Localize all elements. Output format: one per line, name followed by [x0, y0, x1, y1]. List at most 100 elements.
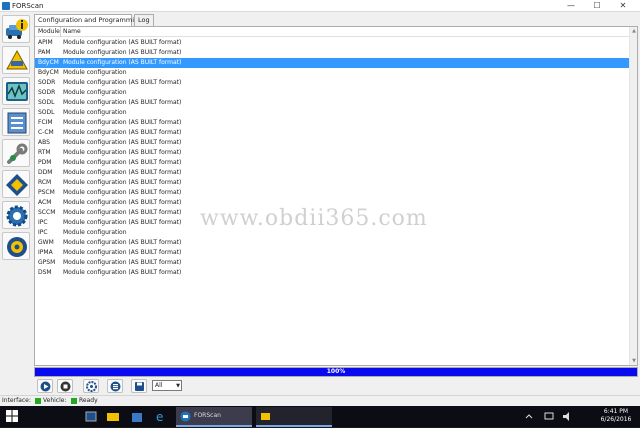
- checklist-icon: [7, 112, 27, 134]
- checklist-button[interactable]: [2, 108, 30, 136]
- forscan-taskbar-icon: [180, 411, 191, 422]
- clock-time: 6:41 PM: [603, 408, 629, 415]
- dtc-icon: [6, 49, 28, 70]
- table-row[interactable]: ABS Module configuration (AS BUILT format…: [35, 138, 637, 148]
- save-button[interactable]: [131, 379, 147, 393]
- row-name-cell: Module configuration (AS BUILT format): [63, 39, 182, 46]
- start-button[interactable]: [37, 379, 53, 393]
- vehicle-info-button[interactable]: [2, 15, 30, 43]
- oscilloscope-button[interactable]: [2, 77, 30, 105]
- windows-taskbar: e FORScan 6:41 PM 6/26/2016: [0, 406, 640, 427]
- row-name-cell: Module configuration (AS BUILT format): [63, 129, 182, 136]
- load-button[interactable]: [107, 379, 123, 393]
- tab-log[interactable]: Log: [134, 14, 154, 26]
- close-button[interactable]: ✕: [612, 0, 634, 12]
- table-row[interactable]: APIM Module configuration (AS BUILT forma…: [35, 38, 637, 48]
- row-module-cell: RCM: [38, 179, 52, 186]
- table-row[interactable]: SODR Module configuration (AS BUILT forma…: [35, 78, 637, 88]
- table-row[interactable]: SODL Module configuration (AS BUILT forma…: [35, 98, 637, 108]
- settings-button[interactable]: [2, 201, 30, 229]
- row-name-cell: Module configuration (AS BUILT format): [63, 189, 182, 196]
- table-row[interactable]: FCIM Module configuration (AS BUILT forma…: [35, 118, 637, 128]
- row-module-cell: IPC: [38, 229, 48, 236]
- table-row[interactable]: RCM Module configuration (AS BUILT format…: [35, 178, 637, 188]
- row-name-cell: Module configuration (AS BUILT format): [63, 49, 182, 56]
- row-name-cell: Module configuration (AS BUILT format): [63, 119, 182, 126]
- settings-gear-icon: [86, 381, 97, 392]
- table-row[interactable]: PSCM Module configuration (AS BUILT forma…: [35, 188, 637, 198]
- save-icon: [135, 382, 144, 391]
- support-button[interactable]: [2, 232, 30, 260]
- row-name-cell: Module configuration (AS BUILT format): [63, 79, 182, 86]
- table-row[interactable]: IPMA Module configuration (AS BUILT forma…: [35, 248, 637, 258]
- row-module-cell: SODL: [38, 109, 55, 116]
- taskbar-clock[interactable]: 6:41 PM 6/26/2016: [596, 408, 636, 424]
- chevron-down-icon: ▼: [176, 383, 180, 389]
- network-icon[interactable]: [540, 409, 558, 424]
- tray-chevron-icon[interactable]: [520, 409, 538, 424]
- task-view-icon[interactable]: [82, 409, 100, 424]
- wrench-icon: [7, 143, 28, 164]
- table-row[interactable]: DSM Module configuration (AS BUILT format…: [35, 268, 637, 278]
- row-module-cell: PDM: [38, 159, 52, 166]
- filter-select-value: All: [155, 382, 163, 389]
- file-explorer-icon[interactable]: [104, 409, 122, 424]
- table-row[interactable]: C-CM Module configuration (AS BUILT forma…: [35, 128, 637, 138]
- svg-text:e: e: [156, 410, 163, 424]
- minimize-button[interactable]: —: [560, 0, 582, 12]
- row-module-cell: DSM: [38, 269, 52, 276]
- row-name-cell: Module configuration: [63, 89, 127, 96]
- edge-browser-icon[interactable]: e: [152, 409, 170, 424]
- left-toolbar: [0, 12, 32, 378]
- windows-start-icon[interactable]: [6, 410, 18, 422]
- table-row[interactable]: BdyCM Module configuration: [35, 68, 637, 78]
- vertical-scrollbar[interactable]: ▲ ▼: [629, 27, 637, 365]
- row-module-cell: ABS: [38, 139, 50, 146]
- stop-icon: [60, 381, 71, 392]
- gear-icon: [6, 205, 28, 227]
- table-row[interactable]: PAM Module configuration (AS BUILT format…: [35, 48, 637, 58]
- row-module-cell: SODL: [38, 99, 55, 106]
- folder-icon: [261, 413, 270, 420]
- wrench-button[interactable]: [2, 139, 30, 167]
- dtc-button[interactable]: [2, 46, 30, 74]
- status-text: Ready: [79, 397, 98, 404]
- table-row[interactable]: GPSM Module configuration (AS BUILT forma…: [35, 258, 637, 268]
- list-icon: [110, 381, 121, 392]
- table-row[interactable]: GWM Module configuration (AS BUILT format…: [35, 238, 637, 248]
- row-module-cell: APIM: [38, 39, 53, 46]
- row-name-cell: Module configuration (AS BUILT format): [63, 219, 182, 226]
- filter-select[interactable]: All ▼: [152, 380, 182, 391]
- module-settings-button[interactable]: [83, 379, 99, 393]
- row-name-cell: Module configuration (AS BUILT format): [63, 169, 182, 176]
- scroll-down-icon[interactable]: ▼: [630, 357, 638, 365]
- table-row[interactable]: PDM Module configuration (AS BUILT format…: [35, 158, 637, 168]
- volume-icon[interactable]: [558, 409, 576, 424]
- row-name-cell: Module configuration (AS BUILT format): [63, 149, 182, 156]
- column-divider[interactable]: [60, 27, 61, 37]
- table-row[interactable]: BdyCM Module configuration (AS BUILT form…: [35, 58, 637, 68]
- maximize-button[interactable]: ☐: [586, 0, 608, 12]
- store-icon[interactable]: [128, 409, 146, 424]
- support-icon: [7, 237, 27, 257]
- stop-button[interactable]: [57, 379, 73, 393]
- list-rows: APIM Module configuration (AS BUILT forma…: [35, 38, 637, 278]
- column-header-module[interactable]: Module: [38, 28, 60, 36]
- scroll-up-icon[interactable]: ▲: [630, 27, 638, 35]
- column-header-name[interactable]: Name: [63, 28, 81, 36]
- table-row[interactable]: RTM Module configuration (AS BUILT format…: [35, 148, 637, 158]
- table-row[interactable]: SODR Module configuration: [35, 88, 637, 98]
- row-module-cell: FCIM: [38, 119, 53, 126]
- clock-date: 6/26/2016: [600, 416, 632, 423]
- taskbar-forscan[interactable]: FORScan: [176, 407, 252, 427]
- taskbar-folder-window[interactable]: [256, 407, 332, 427]
- tab-configuration-programming[interactable]: Configuration and Programming: [34, 14, 142, 26]
- row-name-cell: Module configuration (AS BUILT format): [63, 239, 182, 246]
- row-module-cell: GWM: [38, 239, 54, 246]
- row-name-cell: Module configuration (AS BUILT format): [63, 179, 182, 186]
- table-row[interactable]: DDM Module configuration (AS BUILT format…: [35, 168, 637, 178]
- row-name-cell: Module configuration: [63, 69, 127, 76]
- row-module-cell: SCCM: [38, 209, 56, 216]
- table-row[interactable]: SODL Module configuration: [35, 108, 637, 118]
- chip-button[interactable]: [2, 170, 30, 198]
